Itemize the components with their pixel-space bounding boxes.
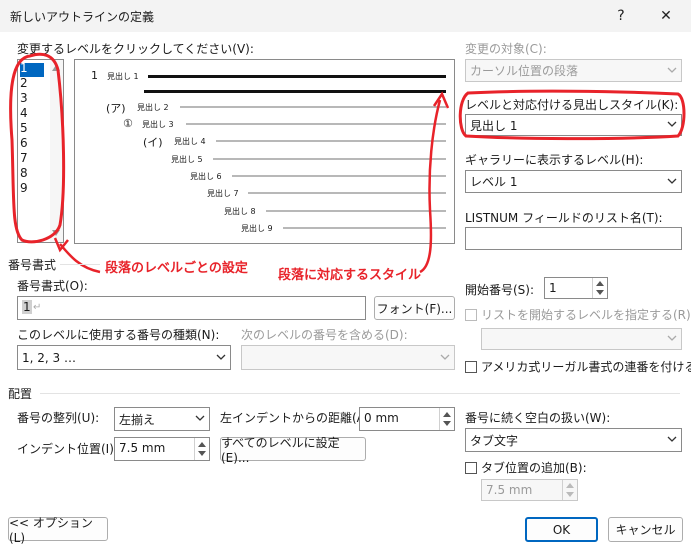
annotation-paragraph-level: 段落のレベルごとの設定 [105,261,248,276]
font-button[interactable]: フォント(F)... [374,296,455,320]
number-style-value: 1, 2, 3 … [22,350,76,365]
follow-number-dropdown[interactable]: タブ文字 [465,428,682,452]
spin-down-icon[interactable] [198,451,206,456]
start-at-spinner[interactable]: 1 [544,277,608,299]
cancel-button[interactable]: キャンセル [608,517,683,542]
apply-to-label: 変更の対象(C): [465,42,547,56]
listnum-label: LISTNUM フィールドのリスト名(T): [465,211,663,225]
legal-label: アメリカ式リーガル書式の連番を付ける(G) [481,360,691,374]
annotation-overlay [9,52,450,274]
chevron-down-icon [216,354,226,360]
chevron-down-icon [667,436,677,442]
restart-label: リストを開始するレベルを指定する(R): [481,308,691,322]
spin-down-icon[interactable] [566,492,574,497]
gallery-level-dropdown[interactable]: レベル 1 [465,170,682,193]
legal-checkbox[interactable] [465,361,477,373]
restart-checkbox[interactable] [465,309,477,321]
number-format-divider [60,264,100,265]
annotation-paragraph-style: 段落に対応するスタイル [278,268,422,283]
aligned-at-value: 0 mm [364,411,399,425]
start-at-label: 開始番号(S): [465,283,535,297]
chevron-down-icon [667,178,677,184]
close-button[interactable]: ✕ [652,4,680,28]
number-style-label: このレベルに使用する番号の種類(N): [17,328,220,342]
tab-stop-checkbox[interactable] [465,462,477,474]
apply-to-dropdown[interactable]: カーソル位置の段落 [465,59,682,82]
follow-number-label: 番号に続く空白の扱い(W): [465,411,611,425]
position-section-title: 配置 [8,387,33,401]
start-at-value: 1 [549,281,557,295]
spin-down-icon[interactable] [596,290,604,295]
indent-updown[interactable] [194,438,209,460]
number-format-section-title: 番号書式 [8,258,57,272]
position-divider [40,393,680,394]
number-format-label: 番号書式(O): [17,279,88,293]
alignment-dropdown[interactable]: 左揃え [114,407,210,431]
aligned-at-spinner[interactable]: 0 mm [359,407,455,431]
ok-button[interactable]: OK [525,517,598,542]
gallery-level-value: レベル 1 [470,175,518,189]
paragraph-mark-icon: ↵ [33,302,42,313]
number-format-input[interactable]: 1 ↵ [17,296,366,320]
chevron-down-icon [195,415,205,421]
chevron-down-icon [667,67,677,73]
spin-up-icon[interactable] [596,281,604,286]
tab-stop-label: タブ位置の追加(B): [481,461,587,475]
number-style-dropdown[interactable]: 1, 2, 3 … [17,345,231,370]
help-button[interactable]: ? [607,4,635,28]
indent-value: 7.5 mm [119,441,166,455]
spin-down-icon[interactable] [443,421,451,426]
start-at-updown[interactable] [592,278,607,298]
restart-dropdown[interactable] [481,328,682,350]
indent-spinner[interactable]: 7.5 mm [114,437,210,461]
window-title: 新しいアウトラインの定義 [10,10,155,24]
number-format-field: 1 [22,300,32,314]
indent-label: インデント位置(I): [17,442,118,456]
alignment-value: 左揃え [119,412,156,427]
spin-up-icon[interactable] [443,412,451,417]
chevron-down-icon [667,335,677,341]
aligned-at-label: 左インデントからの距離(A): [220,411,374,425]
gallery-level-label: ギャラリーに表示するレベル(H): [465,153,644,167]
include-level-label: 次のレベルの番号を含める(D): [241,328,408,342]
include-level-dropdown[interactable] [241,345,455,370]
aligned-at-updown[interactable] [439,408,454,430]
set-all-levels-button[interactable]: すべてのレベルに設定(E)... [220,436,366,465]
annotation-circle-link-style [458,89,686,141]
tab-stop-updown[interactable] [562,480,577,500]
listnum-input[interactable] [465,227,682,250]
tab-stop-spinner[interactable]: 7.5 mm [481,479,578,501]
options-button[interactable]: << オプション(L) [8,516,108,545]
apply-to-value: カーソル位置の段落 [470,64,579,78]
tab-stop-value: 7.5 mm [486,483,533,497]
follow-number-value: タブ文字 [470,433,519,448]
alignment-label: 番号の整列(U): [17,411,100,425]
spin-up-icon[interactable] [198,442,206,447]
chevron-down-icon [440,354,450,360]
spin-up-icon[interactable] [566,483,574,488]
